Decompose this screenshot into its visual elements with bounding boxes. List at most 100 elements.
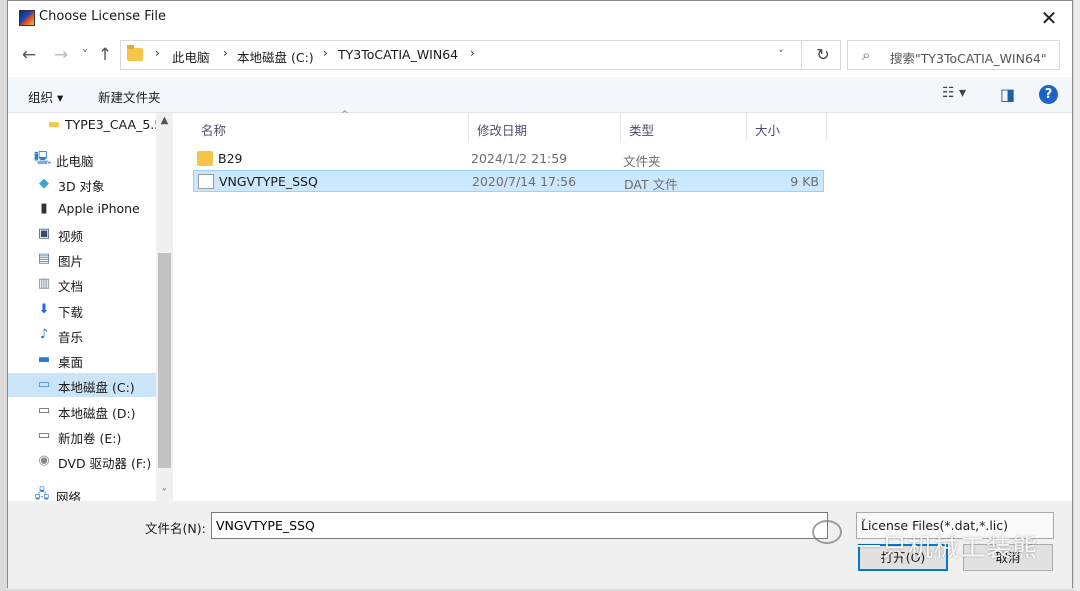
sidebar-item[interactable]: ▮ Apple iPhone [8, 197, 156, 221]
column-header-size[interactable]: 大小 [747, 113, 827, 141]
column-header-name[interactable]: 名称 ^ [193, 110, 469, 141]
close-icon[interactable]: ✕ [1034, 3, 1064, 33]
organize-button[interactable]: 组织 ▾ [28, 87, 63, 106]
file-date: 2024/1/2 21:59 [471, 151, 568, 166]
breadcrumb-local-disk-c[interactable]: 本地磁盘 (C:) [237, 47, 314, 66]
sidebar-item[interactable]: ▣ 视频 [8, 222, 156, 246]
wechat-logo-icon [812, 520, 842, 544]
sidebar-item[interactable]: ▤ 图片 [8, 247, 156, 271]
breadcrumb-separator[interactable]: › [470, 46, 475, 60]
drive-icon: ▭ [37, 403, 51, 418]
refresh-icon[interactable]: ↻ [811, 44, 835, 66]
up-arrow-icon[interactable]: ↑ [94, 43, 116, 67]
sort-ascending-icon: ^ [341, 110, 349, 120]
computer-icon: 🖳 [34, 151, 52, 166]
column-header-date[interactable]: 修改日期 [469, 113, 621, 141]
folder-icon [197, 151, 213, 166]
sidebar-item[interactable]: ◉ DVD 驱动器 (F:) [8, 449, 156, 473]
choose-license-file-dialog: Choose License File ✕ ← → ˅ ↑ › 此电脑 › 本地… [7, 0, 1073, 589]
breadcrumb-separator[interactable]: › [323, 46, 328, 60]
scroll-down-icon[interactable]: ˅ [156, 488, 173, 499]
app-icon [19, 10, 35, 26]
folder-icon [127, 45, 143, 61]
new-folder-button[interactable]: 新建文件夹 [98, 87, 161, 106]
command-toolbar: 组织 ▾ 新建文件夹 ☷ ▾ ◨ ? [8, 77, 1072, 113]
filename-input[interactable] [211, 512, 828, 539]
search-placeholder[interactable]: 搜索"TY3ToCATIA_WIN64" [890, 48, 1047, 67]
address-divider [801, 41, 802, 69]
sidebar-item-label: 此电脑 [56, 154, 94, 169]
scrollbar-thumb[interactable] [158, 253, 171, 468]
search-icon: ⌕ [862, 46, 871, 64]
breadcrumb-this-pc[interactable]: 此电脑 [172, 47, 210, 66]
column-header-type[interactable]: 类型 [621, 113, 747, 141]
file-row[interactable]: B29 2024/1/2 21:59 文件夹 [193, 148, 824, 170]
sidebar-item-label: 下载 [58, 305, 84, 320]
breadcrumb-separator[interactable]: › [155, 46, 160, 60]
sidebar-item-label: 桌面 [58, 355, 84, 370]
music-icon: ♪ [39, 327, 49, 342]
navigation-pane-scrollbar[interactable]: ▲ ˅ [156, 113, 173, 501]
file-row[interactable]: VNGVTYPE_SSQ 2020/7/14 17:56 DAT 文件 9 KB [193, 170, 824, 192]
file-type: 文件夹 [623, 154, 661, 169]
watermark-text: 一只机械工装熊 [856, 533, 1039, 562]
title-bar: Choose License File ✕ [8, 1, 1072, 34]
column-type-label: 类型 [629, 123, 655, 138]
sidebar-item-label: 文档 [58, 279, 84, 294]
help-icon[interactable]: ? [1039, 85, 1058, 104]
file-size: 9 KB [790, 174, 819, 189]
sidebar-item-label: 网络 [56, 490, 82, 501]
sidebar-item[interactable]: ▭ 新加卷 (E:) [8, 424, 156, 448]
breadcrumb-separator[interactable]: › [223, 46, 228, 60]
sidebar-item-label: 新加卷 (E:) [58, 431, 122, 446]
scroll-up-icon[interactable]: ▲ [156, 115, 173, 126]
preview-pane-icon[interactable]: ◨ [1000, 85, 1015, 104]
sidebar-item-label: 音乐 [58, 330, 84, 345]
download-icon: ⬇ [38, 302, 50, 317]
sidebar-item[interactable]: ◆ 3D 对象 [8, 172, 156, 196]
sidebar-item[interactable]: ♪ 音乐 [8, 323, 156, 347]
back-arrow-icon[interactable]: ← [18, 43, 40, 67]
file-name: B29 [218, 151, 243, 166]
drive-c-icon: ▭ [37, 377, 51, 392]
sidebar-item-label: DVD 驱动器 (F:) [58, 456, 152, 471]
phone-icon: ▮ [40, 201, 48, 216]
column-date-label: 修改日期 [477, 123, 528, 138]
change-view-icon[interactable]: ☷ ▾ [942, 85, 966, 101]
address-dropdown-chevron-icon[interactable]: ˅ [771, 45, 791, 65]
sidebar-item[interactable]: 🖳 此电脑 [8, 147, 156, 171]
search-box[interactable]: ⌕ 搜索"TY3ToCATIA_WIN64" [847, 40, 1060, 70]
cube-icon: ◆ [39, 176, 49, 191]
sidebar-item-label: 图片 [58, 254, 84, 269]
navigation-bar: ← → ˅ ↑ › 此电脑 › 本地磁盘 (C:) › TY3ToCATIA_W… [8, 38, 1072, 72]
sidebar-item[interactable]: ▭ 本地磁盘 (C:) [8, 373, 156, 397]
forward-arrow-icon[interactable]: → [50, 43, 72, 67]
network-icon: 🖧 [34, 487, 50, 501]
video-icon: ▣ [37, 226, 51, 241]
sidebar-item-label: 本地磁盘 (C:) [58, 380, 135, 395]
desktop-icon: ▬ [37, 352, 51, 367]
sidebar-item[interactable]: ⬇ 下载 [8, 298, 156, 322]
sidebar-item[interactable]: ▥ 文档 [8, 272, 156, 296]
file-type: DAT 文件 [624, 177, 678, 192]
navigation-pane: ▬ TYPE3_CAA_5.5 🖳 此电脑 ◆ 3D 对象 ▮ Apple iPhone ▣ 视频… [8, 113, 174, 501]
address-bar[interactable]: › 此电脑 › 本地磁盘 (C:) › TY3ToCATIA_WIN64 › ˅… [120, 40, 841, 70]
sidebar-item-label: Apple iPhone [58, 201, 140, 216]
pictures-icon: ▤ [37, 251, 51, 266]
file-date: 2020/7/14 17:56 [472, 174, 577, 189]
documents-icon: ▥ [37, 276, 51, 291]
sidebar-item[interactable]: ▭ 本地磁盘 (D:) [8, 399, 156, 423]
column-size-label: 大小 [755, 123, 781, 138]
sidebar-item[interactable]: ▬ TYPE3_CAA_5.5 [8, 113, 162, 137]
folder-icon: ▬ [47, 117, 61, 132]
recent-locations-chevron-icon[interactable]: ˅ [74, 43, 96, 67]
window-title: Choose License File [39, 9, 167, 24]
file-name: VNGVTYPE_SSQ [219, 174, 318, 189]
column-name-label: 名称 [201, 123, 227, 138]
breadcrumb-ty3tocatia[interactable]: TY3ToCATIA_WIN64 [338, 47, 458, 62]
background-window-edge [1074, 0, 1080, 591]
sidebar-item[interactable]: 🖧 网络 [8, 483, 156, 501]
sidebar-item[interactable]: ▬ 桌面 [8, 348, 156, 372]
dat-file-icon [198, 174, 214, 189]
dvd-icon: ◉ [38, 453, 50, 468]
